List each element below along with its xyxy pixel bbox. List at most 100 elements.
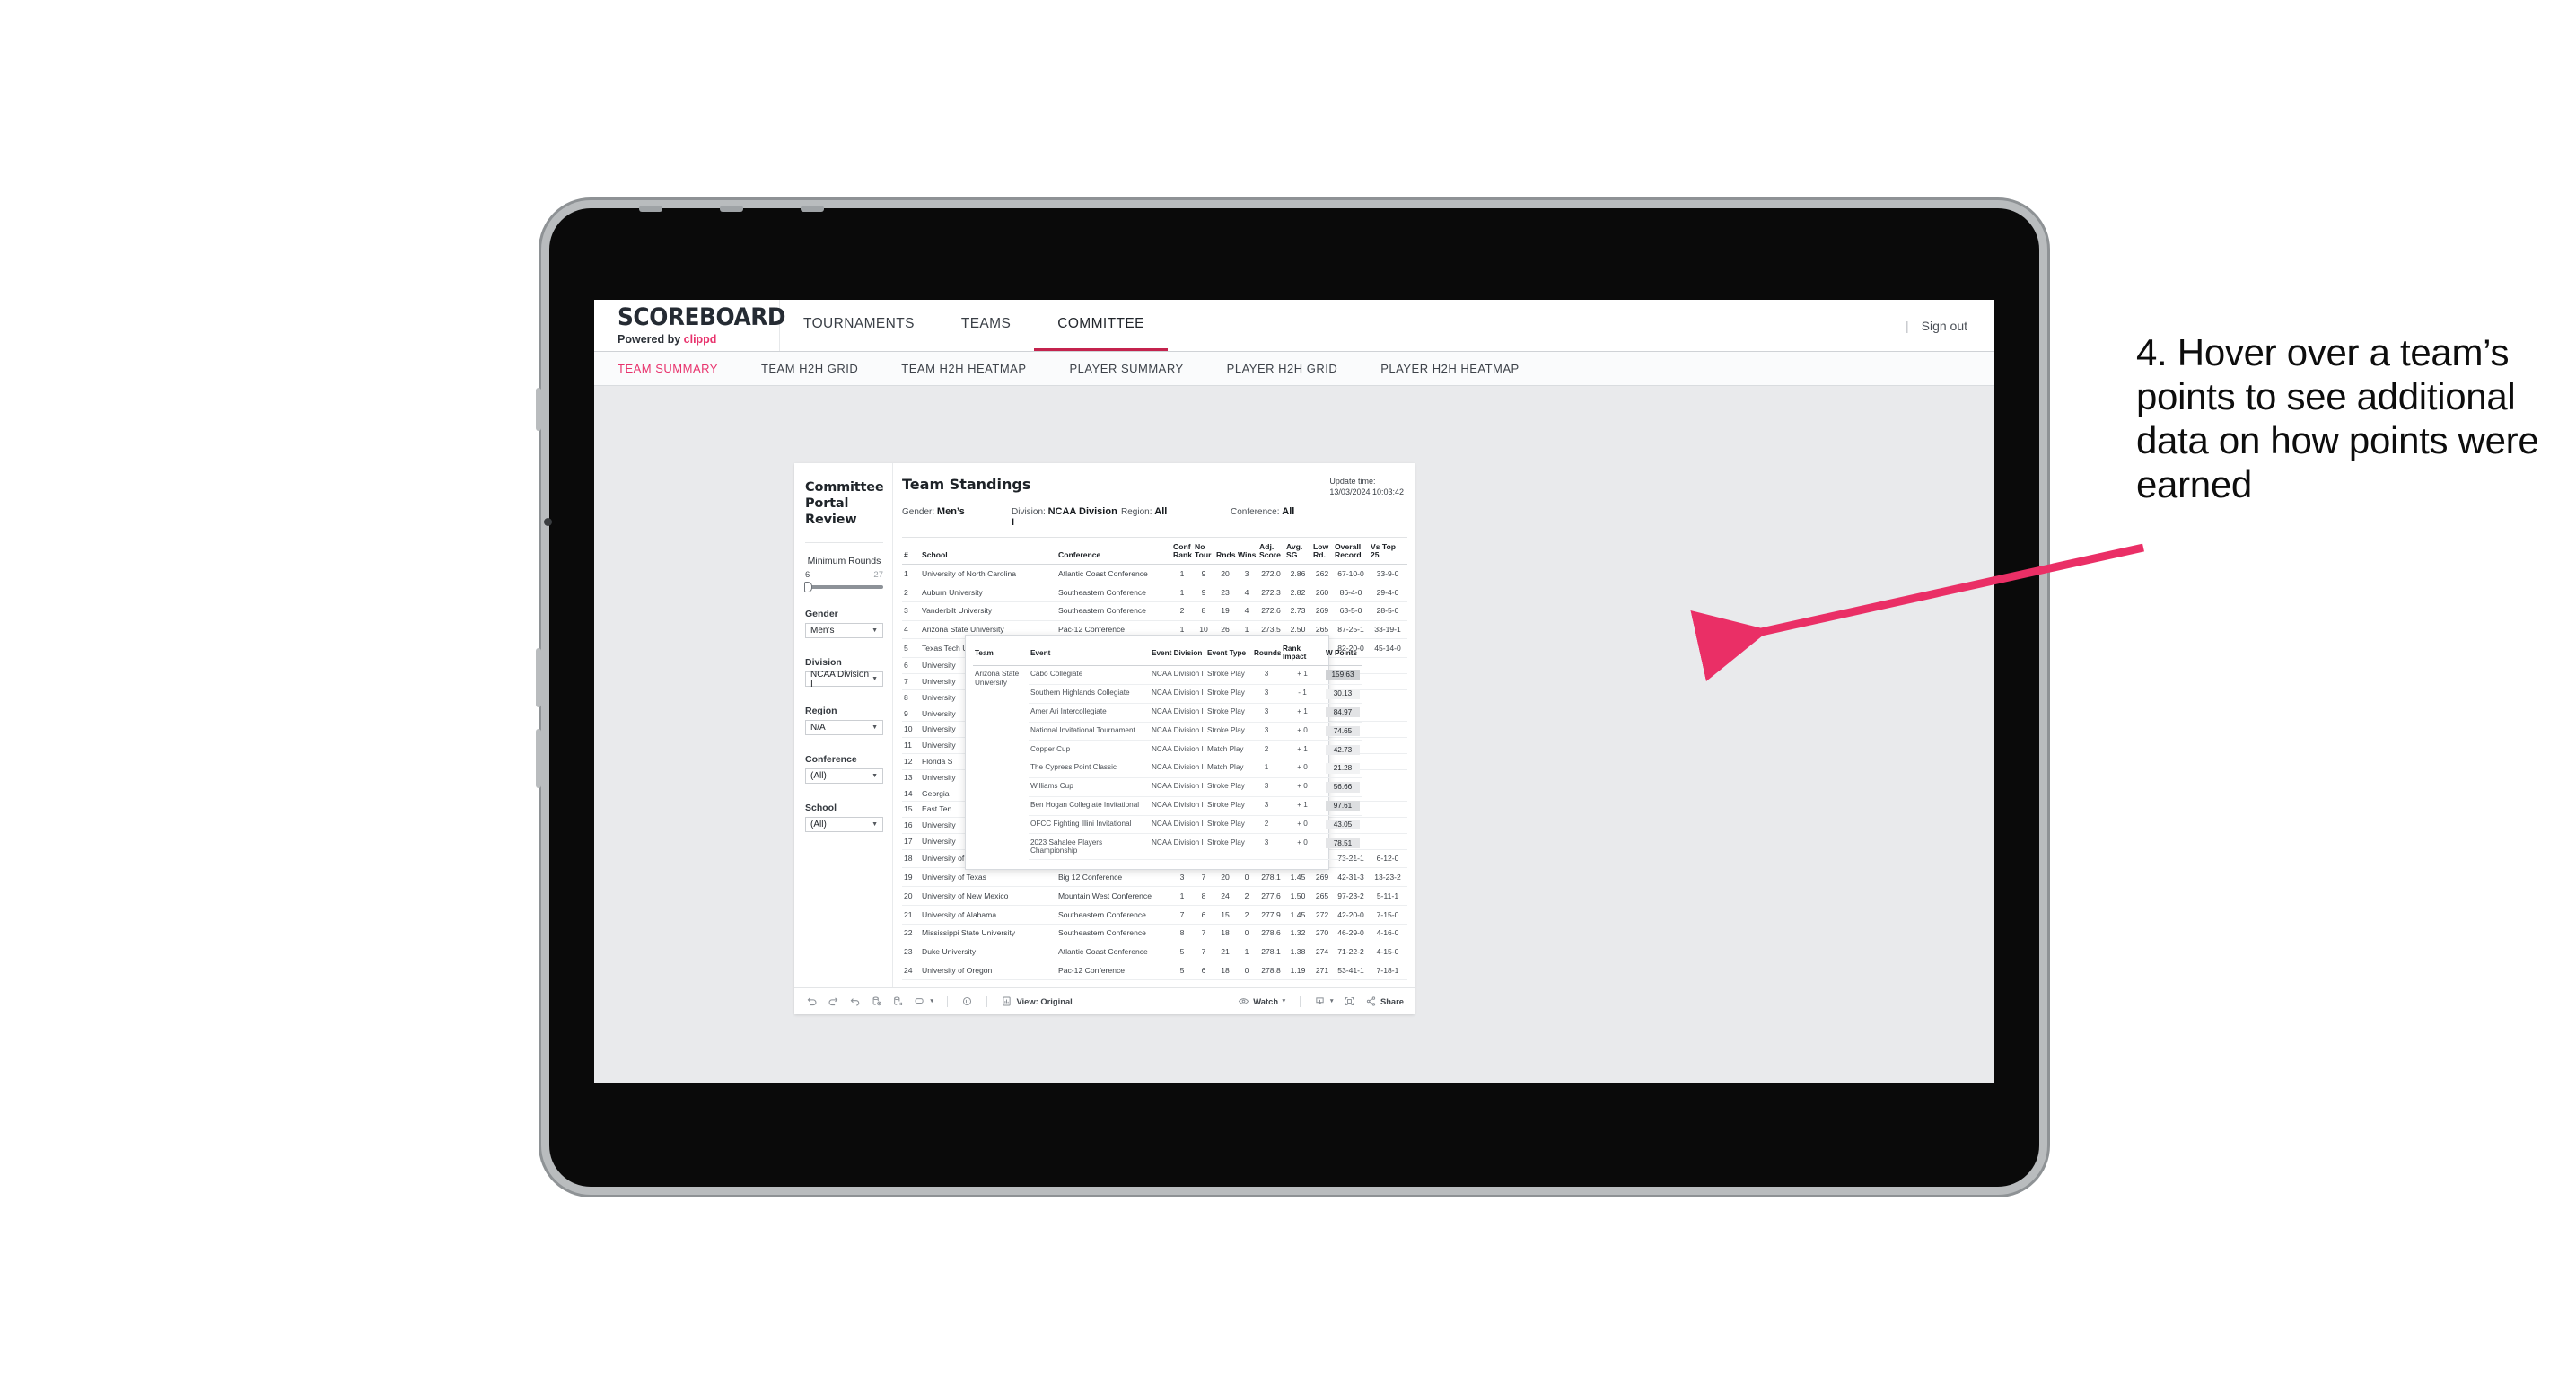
- col-vs-top-25[interactable]: Vs Top 25: [1369, 539, 1406, 566]
- table-row[interactable]: 1 University of North Carolina Atlantic Co…: [902, 564, 1407, 584]
- cell-rec: 97-23-2: [1333, 886, 1369, 906]
- cell-conf: Atlantic Coast Conference: [1056, 943, 1171, 962]
- tab-team-h2h-grid[interactable]: TEAM H2H GRID: [740, 362, 880, 375]
- filter-region: Region N/A ▼: [805, 706, 883, 736]
- view-original-group[interactable]: View: Original: [1000, 995, 1073, 1008]
- cell-t50: [1406, 817, 1407, 834]
- tab-player-h2h-heatmap[interactable]: PLAYER H2H HEATMAP: [1359, 362, 1540, 375]
- cell-t25: [1369, 801, 1406, 819]
- tooltip-cell-rounds: 2: [1252, 740, 1281, 760]
- cell-school: University of Oregon: [920, 961, 1056, 981]
- share-icon[interactable]: [1364, 995, 1378, 1008]
- table-row[interactable]: 19 University of Texas Big 12 Conference 3 7…: [902, 867, 1407, 888]
- table-row[interactable]: 20 University of New Mexico Mountain West …: [902, 886, 1407, 906]
- sign-out-link[interactable]: Sign out: [1922, 319, 1967, 333]
- col-rank[interactable]: #: [902, 539, 920, 566]
- filter-gender-select[interactable]: Men’s ▼: [805, 623, 883, 639]
- filter-conference-select[interactable]: (All) ▼: [805, 768, 883, 785]
- filter-division-select[interactable]: NCAA Division I ▼: [805, 670, 883, 689]
- breadcrumb-conference-value: All: [1282, 506, 1295, 518]
- cell-sg: 1.50: [1284, 886, 1311, 906]
- cell-low: 262: [1311, 564, 1333, 584]
- cell-n: 14: [902, 785, 920, 803]
- chevron-down-icon: ▼: [872, 627, 878, 635]
- callout-instruction-text: 4. Hover over a team’s points to see add…: [2136, 331, 2539, 506]
- col-no-tour-l2: Tour: [1195, 550, 1212, 560]
- nav-item-teams[interactable]: TEAMS: [938, 300, 1034, 351]
- filter-gender: Gender Men’s ▼: [805, 609, 883, 639]
- cell-conf: Mountain West Conference: [1056, 886, 1171, 906]
- device-layout-group[interactable]: ▼: [913, 995, 934, 1008]
- pause-auto-updates-icon[interactable]: [960, 995, 974, 1008]
- cell-nt: 8: [1193, 979, 1214, 987]
- col-school[interactable]: School: [920, 539, 1056, 566]
- chevron-down-icon: ▼: [929, 998, 935, 1004]
- col-rnds[interactable]: Rnds: [1214, 539, 1236, 566]
- cell-n: 16: [902, 817, 920, 834]
- table-row[interactable]: 24 University of Oregon Pac-12 Conference 5…: [902, 961, 1407, 981]
- eye-icon[interactable]: [1237, 995, 1250, 1008]
- nav-item-committee[interactable]: COMMITTEE: [1034, 300, 1168, 351]
- filter-school-select[interactable]: (All) ▼: [805, 817, 883, 833]
- table-row[interactable]: 23 Duke University Atlantic Coast Conferen…: [902, 943, 1407, 962]
- table-row[interactable]: 21 University of Alabama Southeastern Conf…: [902, 905, 1407, 925]
- col-no-tour[interactable]: No Tour: [1193, 539, 1214, 566]
- col-low-rd[interactable]: Low Rd.: [1311, 539, 1333, 566]
- col-conference[interactable]: Conference: [1056, 539, 1171, 566]
- col-conf-rank[interactable]: Conf Rank: [1171, 539, 1193, 566]
- minimum-rounds-slider[interactable]: [804, 582, 883, 593]
- tooltip-row: Amer Ari Intercollegiate NCAA Division IS…: [973, 703, 1362, 723]
- max-rounds-value: 27: [873, 570, 883, 581]
- tooltip-cell-w-points: 97.61: [1324, 796, 1362, 816]
- tooltip-cell-rounds: 3: [1252, 665, 1281, 686]
- cell-cr: 5: [1171, 961, 1193, 981]
- col-vs-top-50[interactable]: Vs Top50: [1406, 539, 1407, 566]
- cell-t25: 33-9-0: [1369, 564, 1406, 584]
- col-avg-sg[interactable]: Avg. SG: [1284, 539, 1311, 566]
- cell-rec: 63-5-0: [1333, 601, 1369, 621]
- nav-item-tournaments[interactable]: TOURNAMENTS: [780, 300, 938, 351]
- cell-sg: 1.19: [1284, 961, 1311, 981]
- cell-t25: [1369, 769, 1406, 786]
- slider-handle[interactable]: [804, 582, 812, 593]
- tab-team-summary[interactable]: TEAM SUMMARY: [618, 362, 740, 375]
- table-row[interactable]: 22 Mississippi State University Southeaste…: [902, 924, 1407, 943]
- tooltip-row: Williams Cup NCAA Division I Stroke Play 3 +…: [973, 777, 1362, 797]
- undo-icon[interactable]: [805, 995, 819, 1008]
- device-speaker-slot: [801, 206, 824, 212]
- cell-cr: 3: [1171, 867, 1193, 888]
- share-group[interactable]: Share: [1364, 995, 1404, 1008]
- standings-header-row: # School Conference Conf Rank No Tour Rnds…: [902, 539, 1407, 566]
- brand-logo[interactable]: SCOREBOARD Powered by clippd: [594, 300, 786, 351]
- watch-group[interactable]: Watch ▼: [1237, 995, 1287, 1008]
- table-row[interactable]: 25University of North FloridaASUN Confer…: [902, 979, 1407, 987]
- fullscreen-icon[interactable]: [1343, 995, 1356, 1008]
- device-layout-icon[interactable]: [913, 995, 926, 1008]
- col-wins[interactable]: Wins: [1236, 539, 1257, 566]
- col-adj-score[interactable]: Adj. Score: [1257, 539, 1284, 566]
- cell-t25: 4-15-0: [1369, 943, 1406, 962]
- cell-adj: 278.6: [1257, 924, 1284, 943]
- filter-conference-value: (All): [810, 771, 827, 782]
- pause-data-icon[interactable]: [891, 995, 905, 1008]
- filter-region-select[interactable]: N/A ▼: [805, 720, 883, 736]
- refresh-data-icon[interactable]: [870, 995, 883, 1008]
- filter-region-value: N/A: [810, 723, 826, 733]
- tooltip-cell-type: Stroke Play: [1205, 815, 1252, 835]
- cell-adj: 272.0: [1257, 564, 1284, 584]
- redo-icon[interactable]: [827, 995, 840, 1008]
- tab-player-summary[interactable]: PLAYER SUMMARY: [1048, 362, 1205, 375]
- view-icon[interactable]: [1000, 995, 1013, 1008]
- table-row[interactable]: 3 Vanderbilt University Southeastern Confe…: [902, 601, 1407, 621]
- dashboard-canvas: Committee Portal Review Minimum Rounds 6…: [594, 386, 1994, 1082]
- download-icon[interactable]: [1313, 995, 1327, 1008]
- cell-adj: 277.6: [1257, 886, 1284, 906]
- col-overall-record[interactable]: Overall Record: [1333, 539, 1369, 566]
- tooltip-cell-event: Cabo Collegiate: [1029, 665, 1150, 686]
- revert-icon[interactable]: [848, 995, 862, 1008]
- tab-team-h2h-heatmap[interactable]: TEAM H2H HEATMAP: [880, 362, 1047, 375]
- download-group[interactable]: ▼: [1313, 995, 1335, 1008]
- tab-player-h2h-grid[interactable]: PLAYER H2H GRID: [1205, 362, 1360, 375]
- cell-cr: 5: [1171, 943, 1193, 962]
- table-row[interactable]: 2 Auburn University Southeastern Conferenc…: [902, 583, 1407, 602]
